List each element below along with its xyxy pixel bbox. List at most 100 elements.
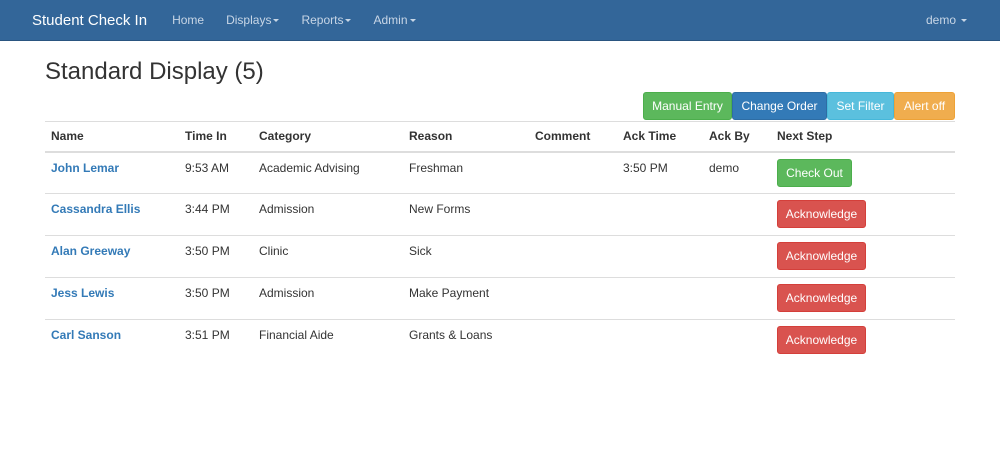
table-row: Alan Greeway 3:50 PM Clinic Sick Acknowl…	[45, 235, 955, 278]
student-name-link[interactable]: Jess Lewis	[51, 278, 179, 300]
reason-text: Sick	[409, 244, 432, 258]
column-header-reason: Reason	[403, 121, 529, 153]
cell-name: Carl Sanson	[45, 319, 179, 362]
set-filter-button[interactable]: Set Filter	[827, 92, 894, 120]
cell-time-in: 3:44 PM	[179, 193, 253, 236]
column-header-comment: Comment	[529, 121, 617, 153]
cell-ack-by: demo	[703, 151, 771, 194]
cell-ack-time	[617, 319, 703, 362]
category-text: Admission	[259, 202, 315, 216]
cell-ack-time	[617, 277, 703, 320]
cell-ack-by	[703, 277, 771, 320]
nav-reports-label: Reports	[301, 13, 344, 27]
caret-down-icon	[409, 18, 416, 22]
cell-comment	[529, 235, 617, 278]
action-toolbar: Manual Entry Change Order Set Filter Ale…	[643, 92, 955, 120]
ack-by-text	[709, 320, 771, 328]
cell-reason: New Forms	[403, 193, 529, 236]
caret-down-icon	[961, 18, 967, 22]
cell-category: Admission	[253, 277, 403, 320]
cell-ack-time: 3:50 PM	[617, 151, 703, 194]
cell-reason: Freshman	[403, 151, 529, 194]
caret-down-icon	[345, 18, 352, 22]
cell-next-step: Acknowledge	[771, 277, 955, 320]
acknowledge-button[interactable]: Acknowledge	[777, 284, 866, 312]
reason-text: Grants & Loans	[409, 328, 493, 342]
cell-reason: Grants & Loans	[403, 319, 529, 362]
ack-time-text	[623, 320, 703, 328]
page-title: Standard Display (5)	[45, 58, 264, 85]
reason-text: Make Payment	[409, 286, 490, 300]
nav-home[interactable]: Home	[172, 13, 204, 27]
acknowledge-button[interactable]: Acknowledge	[777, 200, 866, 228]
comment-text	[535, 278, 617, 286]
cell-comment	[529, 193, 617, 236]
ack-by-text	[709, 236, 771, 244]
category-text: Academic Advising	[259, 160, 360, 175]
top-navbar: Student Check In Home Displays Reports A…	[0, 0, 1000, 41]
cell-name: Cassandra Ellis	[45, 193, 179, 236]
cell-reason: Sick	[403, 235, 529, 278]
student-name-link[interactable]: Alan Greeway	[51, 236, 179, 258]
nav-displays-dropdown[interactable]: Displays	[226, 13, 280, 27]
cell-name: Alan Greeway	[45, 235, 179, 278]
time-in-text: 3:51 PM	[185, 328, 230, 342]
alert-off-button[interactable]: Alert off	[894, 92, 955, 120]
reason-text: New Forms	[409, 202, 471, 216]
cell-name: Jess Lewis	[45, 277, 179, 320]
cell-comment	[529, 319, 617, 362]
column-header-next-step: Next Step	[771, 121, 955, 153]
cell-comment	[529, 151, 617, 194]
caret-down-icon	[273, 18, 280, 22]
cell-next-step: Acknowledge	[771, 193, 955, 236]
cell-category: Academic Advising	[253, 151, 403, 194]
table-header-row: Name Time In Category Reason Comment Ack…	[45, 121, 955, 153]
cell-time-in: 9:53 AM	[179, 151, 253, 194]
cell-ack-time	[617, 193, 703, 236]
student-name-link[interactable]: Cassandra Ellis	[51, 194, 179, 216]
column-header-ack-by: Ack By	[703, 121, 771, 153]
cell-ack-by	[703, 319, 771, 362]
table-row: Carl Sanson 3:51 PM Financial Aide Grant…	[45, 319, 955, 362]
acknowledge-button[interactable]: Acknowledge	[777, 242, 866, 270]
category-text: Clinic	[259, 244, 289, 258]
check-out-button[interactable]: Check Out	[777, 158, 852, 187]
comment-text	[535, 194, 617, 202]
table-row: Cassandra Ellis 3:44 PM Admission New Fo…	[45, 193, 955, 236]
change-order-button[interactable]: Change Order	[732, 92, 827, 120]
cell-name: John Lemar	[45, 151, 179, 194]
brand-link[interactable]: Student Check In	[32, 12, 147, 29]
reason-text: Freshman	[409, 160, 464, 175]
cell-reason: Make Payment	[403, 277, 529, 320]
cell-category: Admission	[253, 193, 403, 236]
ack-by-text: demo	[709, 160, 740, 175]
cell-ack-time	[617, 235, 703, 278]
time-in-text: 9:53 AM	[185, 160, 230, 175]
student-name-link[interactable]: John Lemar	[51, 153, 179, 175]
user-menu-dropdown[interactable]: demo	[926, 13, 967, 27]
manual-entry-button[interactable]: Manual Entry	[643, 92, 732, 120]
ack-time-text	[623, 278, 703, 286]
cell-ack-by	[703, 235, 771, 278]
cell-time-in: 3:50 PM	[179, 277, 253, 320]
cell-next-step: Check Out	[771, 151, 955, 194]
column-header-time-in: Time In	[179, 121, 253, 153]
comment-text	[535, 153, 617, 161]
time-in-text: 3:50 PM	[185, 286, 230, 300]
nav-admin-label: Admin	[373, 13, 408, 27]
acknowledge-button[interactable]: Acknowledge	[777, 326, 866, 354]
column-header-name: Name	[45, 121, 179, 153]
cell-next-step: Acknowledge	[771, 235, 955, 278]
cell-ack-by	[703, 193, 771, 236]
student-name-link[interactable]: Carl Sanson	[51, 320, 179, 342]
table-row: Jess Lewis 3:50 PM Admission Make Paymen…	[45, 277, 955, 320]
time-in-text: 3:50 PM	[185, 244, 230, 258]
nav-admin-dropdown[interactable]: Admin	[373, 13, 416, 27]
user-name: demo	[925, 13, 956, 27]
cell-comment	[529, 277, 617, 320]
nav-reports-dropdown[interactable]: Reports	[301, 13, 352, 27]
category-text: Financial Aide	[259, 328, 334, 342]
comment-text	[535, 236, 617, 244]
time-in-text: 3:44 PM	[185, 202, 230, 216]
cell-category: Clinic	[253, 235, 403, 278]
